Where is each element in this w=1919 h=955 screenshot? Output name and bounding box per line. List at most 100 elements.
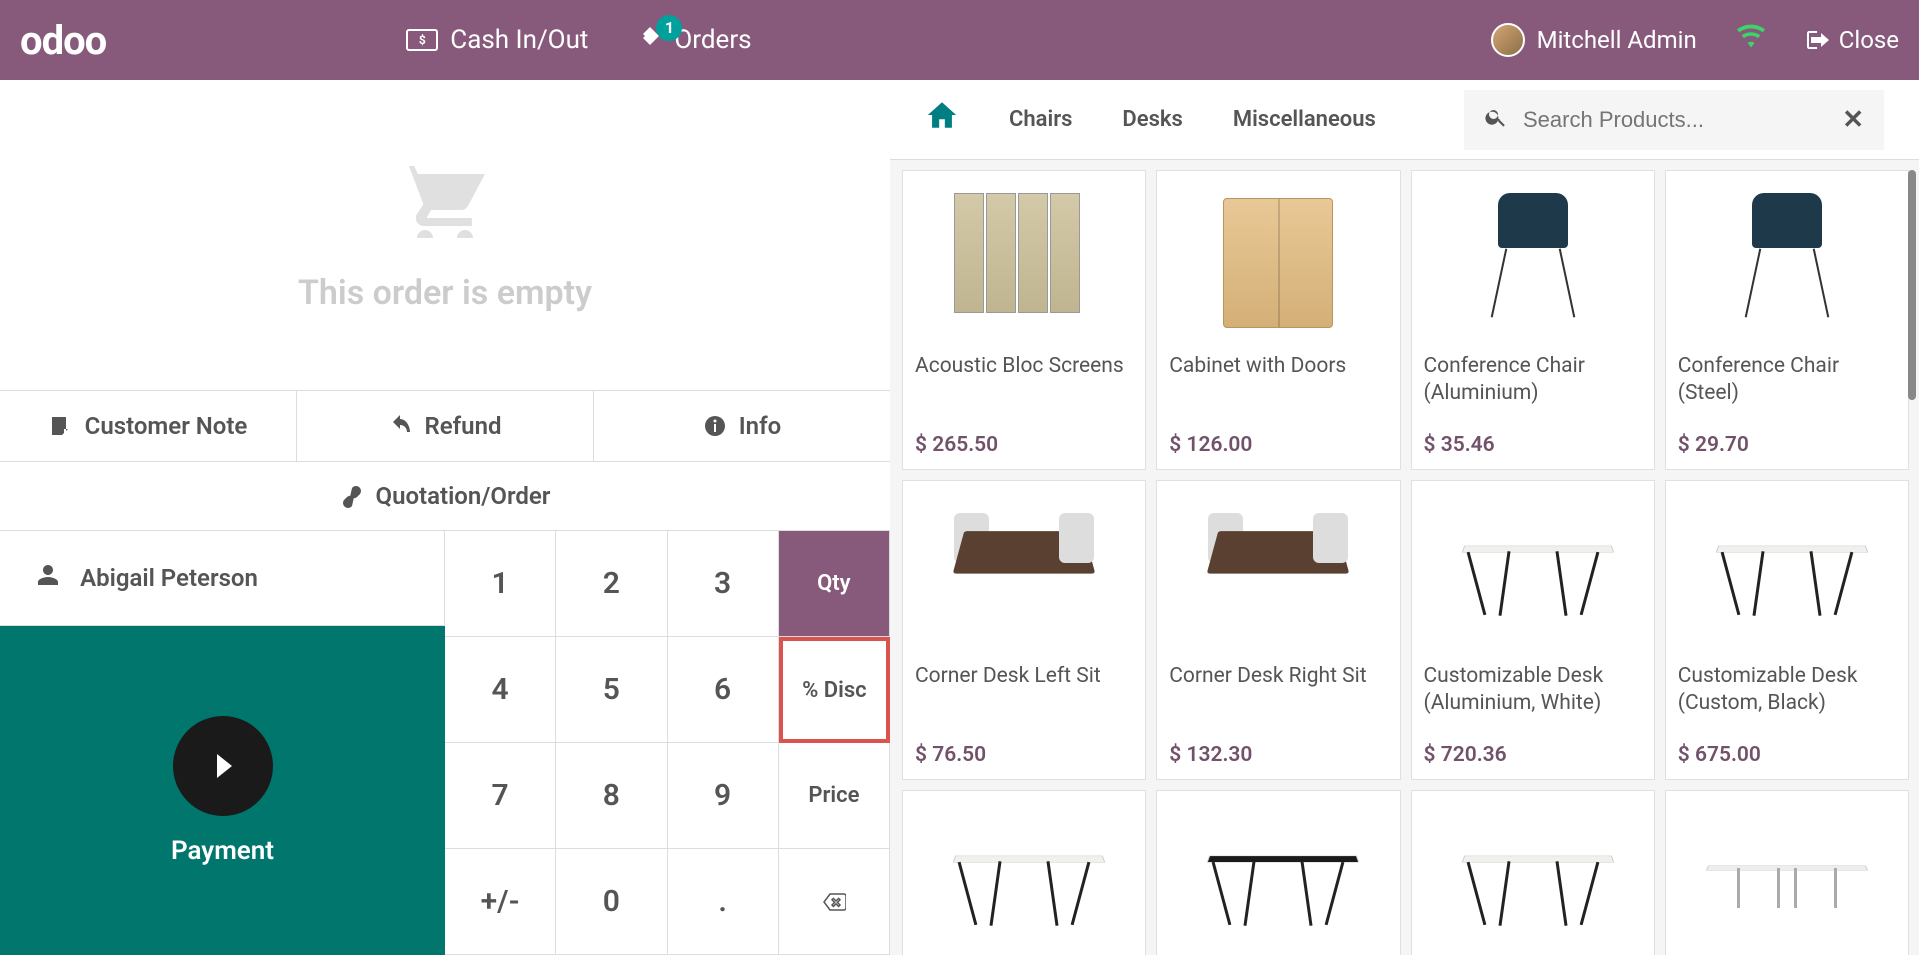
orders-label: Orders — [674, 25, 751, 55]
search-input[interactable] — [1523, 107, 1827, 133]
user-menu[interactable]: Mitchell Admin — [1491, 23, 1697, 57]
category-bar: Chairs Desks Miscellaneous ✕ — [890, 80, 1919, 160]
tag-icon: 1 — [638, 25, 662, 56]
category-desks[interactable]: Desks — [1122, 107, 1182, 132]
info-icon — [703, 414, 727, 438]
customer-payment-col: Abigail Peterson Payment — [0, 531, 445, 955]
category-chairs[interactable]: Chairs — [1009, 107, 1072, 132]
action-row: Customer Note Refund Info — [0, 390, 890, 461]
product-price: $ 29.70 — [1678, 433, 1896, 457]
avatar — [1491, 23, 1525, 57]
link-icon — [340, 484, 364, 508]
info-button[interactable]: Info — [594, 391, 890, 461]
clear-search-icon[interactable]: ✕ — [1842, 105, 1864, 135]
info-label: Info — [739, 412, 781, 440]
product-card[interactable]: Conference Chair (Steel) $ 29.70 — [1665, 170, 1909, 470]
quotation-label: Quotation/Order — [376, 482, 551, 510]
product-grid: Acoustic Bloc Screens $ 265.50 Cabinet wit… — [902, 170, 1909, 955]
product-card[interactable]: Corner Desk Right Sit$ 132.30 — [1156, 480, 1400, 780]
product-card[interactable]: Corner Desk Left Sit$ 76.50 — [902, 480, 1146, 780]
payment-button[interactable]: Payment — [0, 626, 445, 955]
product-image — [1678, 493, 1896, 653]
backspace-icon — [822, 890, 846, 914]
numpad-dot[interactable]: . — [668, 849, 779, 955]
product-image — [1169, 493, 1387, 653]
cart-icon — [395, 158, 495, 258]
product-card[interactable] — [902, 790, 1146, 955]
scrollbar-thumb[interactable] — [1908, 170, 1916, 400]
numpad-3[interactable]: 3 — [668, 531, 779, 637]
product-price: $ 265.50 — [915, 433, 1133, 457]
product-name: Cabinet with Doors — [1169, 353, 1387, 380]
category-misc[interactable]: Miscellaneous — [1233, 107, 1376, 132]
numpad-disc[interactable]: % Disc — [779, 637, 890, 743]
search-icon — [1484, 105, 1508, 135]
bottom-grid: Abigail Peterson Payment 1 2 3 Qty 4 5 6… — [0, 531, 890, 955]
orders-badge: 1 — [656, 15, 682, 41]
customer-name: Abigail Peterson — [80, 564, 258, 592]
product-card[interactable]: Conference Chair (Aluminium)$ 35.46 — [1411, 170, 1655, 470]
payment-label: Payment — [171, 836, 274, 866]
numpad-5[interactable]: 5 — [556, 637, 667, 743]
product-image — [1424, 493, 1642, 653]
numpad-backspace[interactable] — [779, 849, 890, 955]
customer-button[interactable]: Abigail Peterson — [0, 531, 445, 626]
numpad-6[interactable]: 6 — [668, 637, 779, 743]
product-price: $ 35.46 — [1424, 433, 1642, 457]
product-name: Customizable Desk (Custom, Black) — [1678, 663, 1896, 718]
wifi-icon — [1737, 23, 1765, 57]
close-label: Close — [1839, 26, 1899, 54]
empty-cart-text: This order is empty — [298, 273, 592, 313]
product-image — [915, 183, 1133, 343]
numpad-9[interactable]: 9 — [668, 743, 779, 849]
product-card[interactable] — [1665, 790, 1909, 955]
refund-button[interactable]: Refund — [297, 391, 594, 461]
topbar-center: $ Cash In/Out 1 Orders — [406, 25, 751, 56]
numpad-1[interactable]: 1 — [445, 531, 556, 637]
product-name: Corner Desk Right Sit — [1169, 663, 1387, 690]
numpad-2[interactable]: 2 — [556, 531, 667, 637]
numpad-sign[interactable]: +/- — [445, 849, 556, 955]
product-image — [1678, 183, 1896, 343]
product-name: Conference Chair (Steel) — [1678, 353, 1896, 408]
numpad-qty[interactable]: Qty — [779, 531, 890, 637]
numpad-0[interactable]: 0 — [556, 849, 667, 955]
numpad-price[interactable]: Price — [779, 743, 890, 849]
product-image — [1169, 183, 1387, 343]
product-card[interactable] — [1411, 790, 1655, 955]
orders-button[interactable]: 1 Orders — [638, 25, 751, 56]
quotation-order-button[interactable]: Quotation/Order — [0, 461, 890, 531]
product-card[interactable] — [1156, 790, 1400, 955]
product-image — [1424, 803, 1642, 955]
home-icon[interactable] — [925, 98, 959, 141]
product-image — [1678, 803, 1896, 955]
topbar: odoo $ Cash In/Out 1 Orders Mitchell Adm… — [0, 0, 1919, 80]
numpad-7[interactable]: 7 — [445, 743, 556, 849]
product-price: $ 76.50 — [915, 743, 1133, 767]
product-price: $ 675.00 — [1678, 743, 1896, 767]
product-card[interactable]: Customizable Desk (Custom, Black) $ 675.0… — [1665, 480, 1909, 780]
product-card[interactable]: Cabinet with Doors $ 126.00 — [1156, 170, 1400, 470]
close-button[interactable]: Close — [1805, 26, 1899, 54]
numpad-8[interactable]: 8 — [556, 743, 667, 849]
numpad-4[interactable]: 4 — [445, 637, 556, 743]
person-icon — [36, 563, 60, 593]
product-scroll[interactable]: Acoustic Bloc Screens $ 265.50 Cabinet wit… — [890, 160, 1919, 955]
right-panel: Chairs Desks Miscellaneous ✕ Acoustic Bl… — [890, 80, 1919, 955]
customer-note-button[interactable]: Customer Note — [0, 391, 297, 461]
exit-icon — [1805, 28, 1829, 52]
refund-label: Refund — [424, 412, 501, 440]
cash-in-out-button[interactable]: $ Cash In/Out — [406, 25, 588, 55]
topbar-right: Mitchell Admin Close — [1491, 23, 1899, 57]
product-name: Acoustic Bloc Screens — [915, 353, 1133, 380]
note-icon — [49, 414, 73, 438]
undo-icon — [388, 414, 412, 438]
cash-icon: $ — [406, 29, 438, 51]
app-logo[interactable]: odoo — [20, 17, 106, 64]
product-card[interactable]: Customizable Desk (Aluminium, White)$ 72… — [1411, 480, 1655, 780]
product-card[interactable]: Acoustic Bloc Screens $ 265.50 — [902, 170, 1146, 470]
product-image — [1424, 183, 1642, 343]
user-name: Mitchell Admin — [1537, 26, 1697, 54]
product-price: $ 126.00 — [1169, 433, 1387, 457]
product-image — [915, 493, 1133, 653]
